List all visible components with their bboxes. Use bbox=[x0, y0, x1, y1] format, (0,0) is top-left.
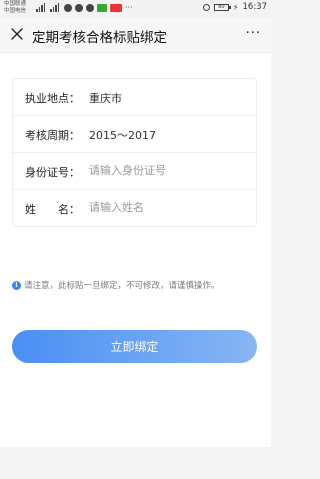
clock: 16:37 bbox=[242, 2, 268, 12]
location-value: 重庆市 bbox=[89, 92, 122, 105]
warning-notice: ! 请注意，此标贴一旦绑定，不可修改，请谨慎操作。 bbox=[12, 279, 262, 291]
alarm-icon bbox=[202, 3, 210, 11]
bottom-area bbox=[0, 447, 271, 479]
page-title: 定期考核合格标贴绑定 bbox=[32, 30, 167, 46]
signal-icon bbox=[36, 3, 59, 12]
close-icon[interactable] bbox=[8, 25, 26, 43]
info-icon: ! bbox=[12, 280, 21, 290]
period-value: 2015～2017 bbox=[89, 129, 156, 142]
battery-icon: 80 bbox=[213, 3, 231, 11]
period-label: 考核周期： bbox=[25, 129, 80, 142]
charging-icon: ⚡ bbox=[232, 2, 239, 12]
carrier-labels: 中国联通 中国电信 bbox=[4, 1, 26, 15]
name-label: 姓 名： bbox=[25, 203, 80, 216]
name-input[interactable] bbox=[89, 198, 244, 216]
id-number-label: 身份证号： bbox=[25, 166, 80, 179]
name-row: 姓 名： bbox=[13, 190, 256, 226]
binding-form: 执业地点： 重庆市 考核周期： 2015～2017 身份证号： 姓 名： bbox=[12, 78, 257, 227]
location-row: 执业地点： 重庆市 bbox=[13, 79, 256, 116]
status-right: 80 ⚡ 16:37 bbox=[202, 2, 268, 12]
chat-icon bbox=[75, 3, 83, 12]
main-content: 执业地点： 重庆市 考核周期： 2015～2017 身份证号： 姓 名： ! 请… bbox=[0, 53, 271, 447]
id-number-row: 身份证号： bbox=[13, 153, 256, 190]
period-row: 考核周期： 2015～2017 bbox=[13, 116, 256, 153]
nav-bar: 定期考核合格标贴绑定 ··· bbox=[0, 18, 271, 53]
carrier-bottom: 中国电信 bbox=[4, 8, 27, 14]
app-badge-icon bbox=[110, 3, 122, 12]
message-icon bbox=[97, 3, 107, 12]
battery-level: 80 bbox=[218, 3, 225, 10]
notification-icons: ··· bbox=[64, 3, 133, 12]
app-icon bbox=[86, 3, 94, 12]
more-menu-icon[interactable]: ··· bbox=[246, 26, 261, 41]
notice-text: 请注意，此标贴一旦绑定，不可修改，请谨慎操作。 bbox=[24, 281, 220, 291]
carrier-top: 中国联通 bbox=[4, 1, 27, 7]
location-label: 执业地点： bbox=[25, 92, 80, 105]
bind-now-button[interactable]: 立即绑定 bbox=[12, 330, 257, 363]
status-bar: 中国联通 中国电信 ··· 80 ⚡ 16:37 bbox=[0, 0, 271, 18]
id-number-input[interactable] bbox=[89, 161, 244, 179]
notification-icon bbox=[64, 3, 72, 12]
more-notifications-icon: ··· bbox=[125, 3, 133, 12]
